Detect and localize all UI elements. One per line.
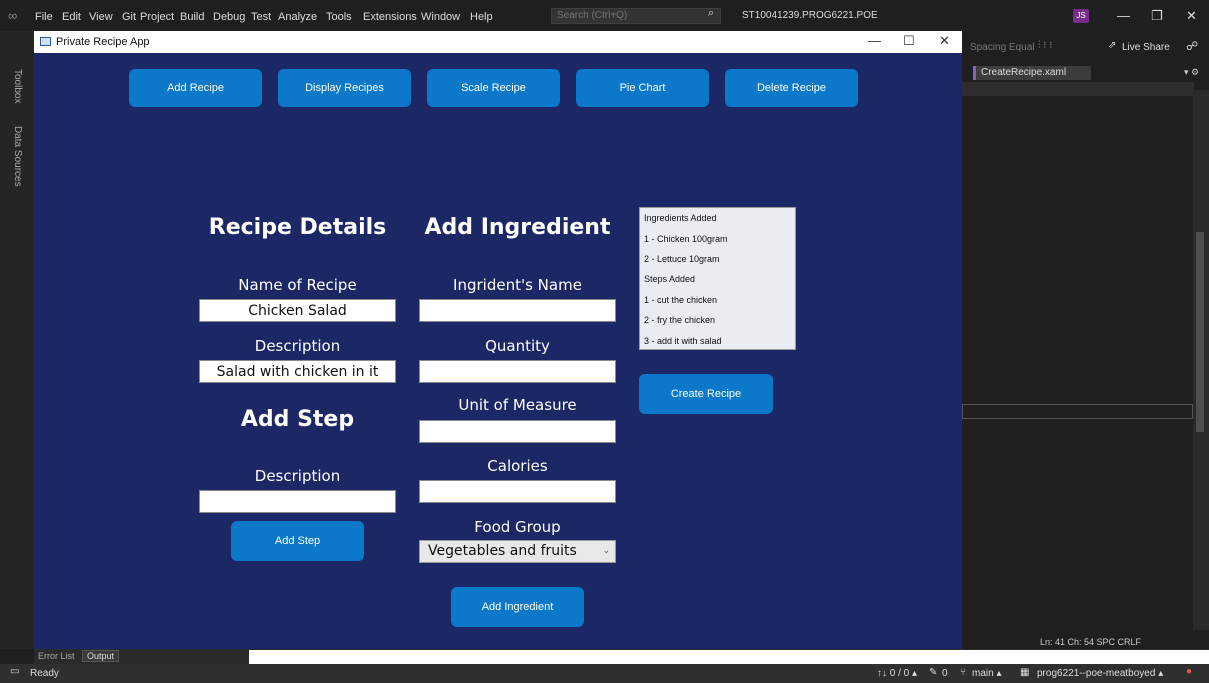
food-group-select[interactable]: Vegetables and fruits ⌄ [419,540,616,563]
vs-editor-area [962,31,1209,649]
food-group-label: Food Group [474,518,561,536]
list-item[interactable]: 2 - Lettuce 10gram [644,254,720,264]
ingredient-name-label: Ingrident's Name [453,276,582,294]
tab-error-list[interactable]: Error List [38,651,75,661]
add-ingredient-button[interactable]: Add Ingredient [451,587,584,627]
live-share-icon[interactable]: ⇗ [1108,40,1116,51]
status-ready: Ready [30,668,59,679]
vs-left-toolstrip: Toolbox Data Sources [0,31,34,649]
quantity-input[interactable] [419,360,616,383]
food-group-value: Vegetables and fruits [428,543,577,559]
add-ingredient-heading: Add Ingredient [424,215,611,240]
menu-edit[interactable]: Edit [62,11,81,23]
menu-debug[interactable]: Debug [213,11,245,23]
scale-recipe-button[interactable]: Scale Recipe [427,69,560,107]
status-repo[interactable]: prog6221--poe-meatboyed ▴ [1037,668,1163,679]
menu-project[interactable]: Project [140,11,174,23]
list-item[interactable]: Ingredients Added [644,213,717,223]
recipe-name-input[interactable] [199,299,396,322]
recipe-name-label: Name of Recipe [238,276,357,294]
step-description-input[interactable] [199,490,396,513]
app-title: Private Recipe App [56,36,150,48]
menu-build[interactable]: Build [180,11,204,23]
avatar[interactable]: JS [1073,9,1089,23]
vs-toolbar: Spacing Equal ⫶ ⁝ ⁝ ⇗ Live Share ☍ [962,31,1209,61]
list-item[interactable]: 1 - cut the chicken [644,295,717,305]
notification-icon[interactable]: ● [1186,666,1192,677]
app-window-icon [40,37,51,46]
property-box [962,404,1193,419]
status-changes[interactable]: ↑↓ 0 / 0 ▴ [877,668,917,679]
vs-logo-icon: ∞ [8,8,18,23]
recipe-details-heading: Recipe Details [208,215,387,240]
editor-position: Ln: 41 Ch: 54 SPC CRLF [1040,637,1142,647]
ingredient-name-input[interactable] [419,299,616,322]
add-step-heading: Add Step [240,407,355,432]
app-maximize-icon[interactable]: ☐ [903,33,915,49]
vs-menubar: ∞ File Edit View Git Project Build Debug… [0,0,1209,31]
recipe-summary-list[interactable]: Ingredients Added 1 - Chicken 100gram 2 … [639,207,796,350]
tab-createrecipe-xaml[interactable]: CreateRecipe.xaml [973,66,1091,80]
list-item[interactable]: 3 - add it with salad [644,336,722,346]
tab-output[interactable]: Output [82,650,120,662]
menu-analyze[interactable]: Analyze [278,11,317,23]
data-sources-tab[interactable]: Data Sources [12,126,23,187]
list-item[interactable]: 1 - Chicken 100gram [644,234,728,244]
solution-name: ST10041239.PROG6221.POE [742,10,878,21]
menu-file[interactable]: File [35,11,53,23]
calories-input[interactable] [419,480,616,503]
pie-chart-button[interactable]: Pie Chart [576,69,709,107]
branch-icon: ⑂ [960,667,966,678]
list-item[interactable]: Steps Added [644,274,695,284]
vs-search-input[interactable] [551,8,721,24]
vs-close-icon[interactable]: ✕ [1186,8,1197,24]
unit-of-measure-input[interactable] [419,420,616,443]
status-ready-icon: ▭ [10,666,20,677]
vs-scroll-thumb[interactable] [1196,232,1204,432]
unit-of-measure-label: Unit of Measure [458,396,577,414]
menu-help[interactable]: Help [470,11,493,23]
menu-git[interactable]: Git [122,11,136,23]
list-item[interactable]: 2 - fry the chicken [644,315,715,325]
search-icon: ⌕ [708,7,715,19]
status-pencil-count[interactable]: 0 [942,668,948,679]
recipe-description-label: Description [254,337,341,355]
feedback-icon[interactable]: ☍ [1186,39,1198,53]
live-share-button[interactable]: Live Share [1122,42,1170,53]
vs-statusbar: ▭ Ready ↑↓ 0 / 0 ▴ ✎ 0 ⑂ main ▴ ▦ prog62… [0,664,1209,683]
quantity-label: Quantity [485,337,550,355]
pencil-icon: ✎ [929,667,938,678]
chevron-down-icon: ⌄ [602,546,610,556]
vs-minimize-icon[interactable]: — [1117,8,1130,23]
align-icon[interactable]: ⫶ ⁝ ⁝ [1038,40,1052,51]
calories-label: Calories [487,457,548,475]
menu-view[interactable]: View [89,11,113,23]
repo-icon: ▦ [1020,667,1030,678]
add-step-button[interactable]: Add Step [231,521,364,561]
add-recipe-button[interactable]: Add Recipe [129,69,262,107]
vs-restore-icon[interactable]: ❐ [1151,8,1163,24]
app-minimize-icon[interactable]: — [868,33,881,48]
spacing-equal[interactable]: Spacing Equal [970,42,1035,53]
recipe-description-input[interactable] [199,360,396,383]
status-branch[interactable]: main ▴ [972,668,1001,679]
app-close-icon[interactable]: ✕ [939,33,950,49]
toolbox-tab[interactable]: Toolbox [12,69,23,103]
create-recipe-button[interactable]: Create Recipe [639,374,773,414]
menu-window[interactable]: Window [421,11,460,23]
menu-test[interactable]: Test [251,11,271,23]
display-recipes-button[interactable]: Display Recipes [278,69,411,107]
tab-menu-icon[interactable]: ▾ ⚙ [1184,67,1199,78]
step-description-label: Description [254,467,341,485]
menu-tools[interactable]: Tools [326,11,352,23]
menu-extensions[interactable]: Extensions [363,11,417,23]
editor-toolbar-line [962,82,1194,96]
app-titlebar: Private Recipe App — ☐ ✕ [34,31,962,53]
delete-recipe-button[interactable]: Delete Recipe [725,69,858,107]
output-bar [249,650,1209,664]
